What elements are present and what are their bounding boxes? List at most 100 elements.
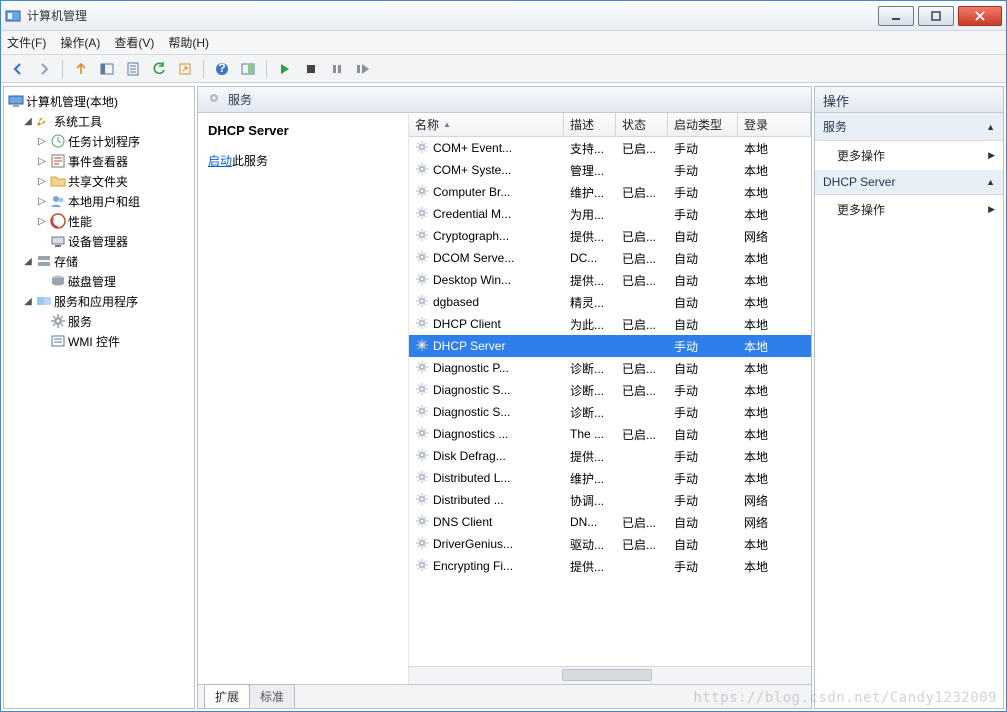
actions-more-1[interactable]: 更多操作▶ [815,141,1003,170]
show-hide-tree-button[interactable] [96,58,118,80]
collapse-icon[interactable]: ◢ [22,256,34,267]
table-row[interactable]: DCOM Serve...DC...已启...自动本地 [409,247,811,269]
table-row[interactable]: Disk Defrag...提供...手动本地 [409,445,811,467]
cell-logon: 本地 [738,272,811,289]
table-row[interactable]: Diagnostic P...诊断...已启...自动本地 [409,357,811,379]
tree-task-scheduler[interactable]: ▷任务计划程序 [34,131,192,151]
table-row[interactable]: DriverGenius...驱动...已启...自动本地 [409,533,811,555]
collapse-icon[interactable]: ◢ [22,296,34,307]
table-row[interactable]: Desktop Win...提供...已启...自动本地 [409,269,811,291]
col-logon[interactable]: 登录 [738,113,811,136]
cell-logon: 网络 [738,492,811,509]
cell-name: DriverGenius... [409,536,564,553]
restart-service-button[interactable] [352,58,374,80]
service-name: DCOM Serve... [433,251,514,265]
forward-button[interactable] [33,58,55,80]
refresh-button[interactable] [148,58,170,80]
service-name: Encrypting Fi... [433,559,513,573]
table-row[interactable]: dgbased精灵...自动本地 [409,291,811,313]
cell-status: 已启... [616,514,668,531]
menu-file[interactable]: 文件(F) [7,34,46,51]
col-desc[interactable]: 描述 [564,113,616,136]
pause-service-button[interactable] [326,58,348,80]
tree-services-apps[interactable]: ◢服务和应用程序 [20,291,192,311]
export-button[interactable] [174,58,196,80]
expand-icon[interactable]: ▷ [36,156,48,167]
clock-icon [50,133,66,149]
cell-desc: 提供... [564,228,616,245]
tree-storage[interactable]: ◢存储 [20,251,192,271]
expand-icon[interactable]: ▷ [36,216,48,227]
tab-extended[interactable]: 扩展 [204,684,250,708]
selected-service-name: DHCP Server [208,123,398,138]
table-row[interactable]: Diagnostic S...诊断...手动本地 [409,401,811,423]
actions-more-2[interactable]: 更多操作▶ [815,195,1003,224]
gear-icon [415,448,429,465]
table-row[interactable]: Distributed L...维护...手动本地 [409,467,811,489]
service-name: Credential M... [433,207,511,221]
minimize-button[interactable] [878,6,914,26]
expand-icon[interactable]: ▷ [36,176,48,187]
cell-startup: 自动 [668,228,738,245]
start-suffix: 此服务 [232,154,268,168]
cell-startup: 手动 [668,206,738,223]
tree-performance[interactable]: ▷性能 [34,211,192,231]
tree-disk-management[interactable]: 磁盘管理 [34,271,192,291]
start-service-button[interactable] [274,58,296,80]
actions-header: 操作 [815,87,1003,113]
tree-root[interactable]: 计算机管理(本地) [6,91,192,111]
cell-startup: 自动 [668,316,738,333]
up-button[interactable] [70,58,92,80]
table-row[interactable]: Diagnostics ...The ...已启...自动本地 [409,423,811,445]
gear-icon [415,382,429,399]
chevron-right-icon: ▶ [988,204,995,215]
expand-icon[interactable]: ▷ [36,136,48,147]
table-row[interactable]: DHCP Server手动本地 [409,335,811,357]
collapse-icon[interactable]: ◢ [22,116,34,127]
tab-standard[interactable]: 标准 [249,684,295,708]
table-row[interactable]: DNS ClientDN...已启...自动网络 [409,511,811,533]
tree-local-users[interactable]: ▷本地用户和组 [34,191,192,211]
menu-help[interactable]: 帮助(H) [168,34,209,51]
back-button[interactable] [7,58,29,80]
tree-device-manager[interactable]: 设备管理器 [34,231,192,251]
table-row[interactable]: Computer Br...维护...已启...手动本地 [409,181,811,203]
col-startup[interactable]: 启动类型 [668,113,738,136]
service-rows[interactable]: COM+ Event...支持...已启...手动本地COM+ Syste...… [409,137,811,666]
tree-event-viewer[interactable]: ▷事件查看器 [34,151,192,171]
start-service-link[interactable]: 启动 [208,154,232,168]
table-row[interactable]: Distributed ...协调...手动网络 [409,489,811,511]
actions-group-selected[interactable]: DHCP Server▲ [815,170,1003,195]
tree-shared-folders[interactable]: ▷共享文件夹 [34,171,192,191]
stop-service-button[interactable] [300,58,322,80]
cell-name: COM+ Event... [409,140,564,157]
menu-action[interactable]: 操作(A) [60,34,100,51]
col-name[interactable]: 名称▲ [409,113,564,136]
expand-icon[interactable]: ▷ [36,196,48,207]
tree-system-tools[interactable]: ◢系统工具 [20,111,192,131]
close-button[interactable] [958,6,1002,26]
table-row[interactable]: Encrypting Fi...提供...手动本地 [409,555,811,577]
cell-logon: 本地 [738,250,811,267]
properties-button[interactable] [122,58,144,80]
horizontal-scrollbar[interactable] [409,666,811,684]
cell-logon: 本地 [738,140,811,157]
table-row[interactable]: DHCP Client为此...已启...自动本地 [409,313,811,335]
table-row[interactable]: Credential M...为用...手动本地 [409,203,811,225]
col-status[interactable]: 状态 [616,113,668,136]
tree-wmi[interactable]: WMI 控件 [34,331,192,351]
table-row[interactable]: Diagnostic S...诊断...已启...手动本地 [409,379,811,401]
cell-logon: 本地 [738,448,811,465]
cell-startup: 手动 [668,448,738,465]
actions-group-services[interactable]: 服务▲ [815,113,1003,141]
help-button[interactable]: ? [211,58,233,80]
table-row[interactable]: COM+ Event...支持...已启...手动本地 [409,137,811,159]
table-row[interactable]: Cryptograph...提供...已启...自动网络 [409,225,811,247]
tree-services[interactable]: 服务 [34,311,192,331]
table-row[interactable]: COM+ Syste...管理...手动本地 [409,159,811,181]
menu-view[interactable]: 查看(V) [114,34,154,51]
scrollbar-thumb[interactable] [562,669,652,681]
maximize-button[interactable] [918,6,954,26]
separator [266,60,267,78]
console-tree-button[interactable] [237,58,259,80]
